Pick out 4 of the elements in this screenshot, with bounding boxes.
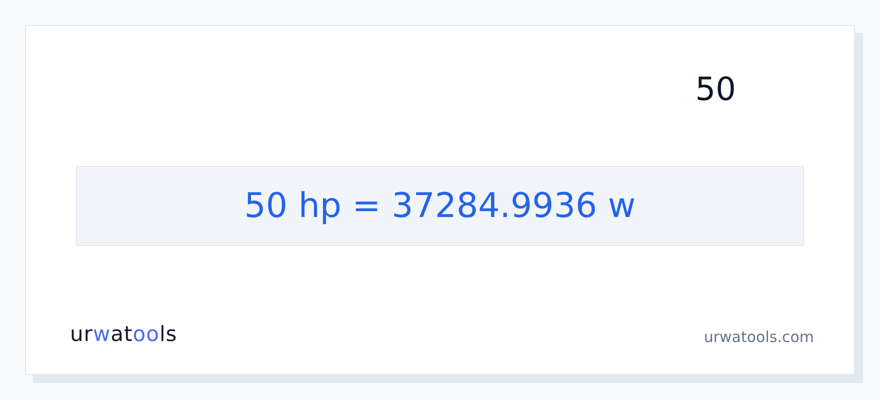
result-text: 50 hp = 37284.9936 w [244, 186, 636, 226]
logo: urwatools [70, 322, 178, 346]
input-value: 50 [695, 70, 736, 108]
site-url: urwatools.com [704, 328, 814, 346]
